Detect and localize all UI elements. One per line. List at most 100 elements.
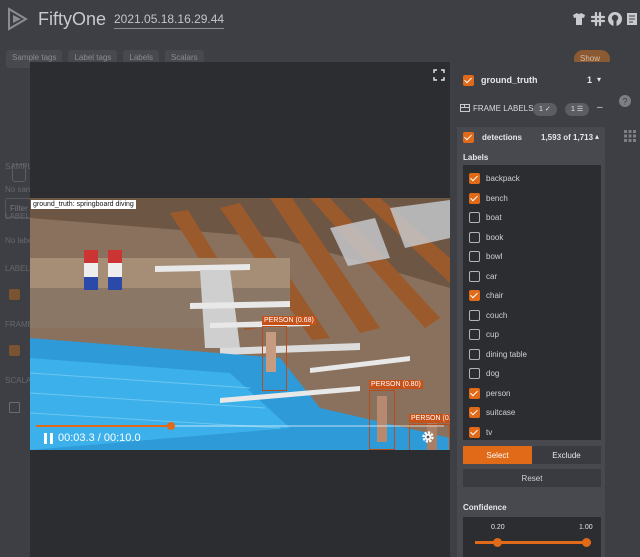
label-item[interactable]: boat [463, 208, 601, 227]
confidence-max-value: 1.00 [579, 524, 593, 531]
label-checkbox[interactable] [469, 407, 480, 418]
label-item-name: dining table [486, 349, 527, 359]
video-progress-bar[interactable] [36, 422, 444, 430]
frame-labels-icon [460, 104, 470, 112]
label-checkbox[interactable] [469, 309, 480, 321]
label-item[interactable]: person [463, 384, 601, 403]
label-item-name: cup [486, 330, 499, 339]
tshirt-icon[interactable] [571, 11, 587, 27]
github-icon[interactable] [607, 11, 623, 27]
app-root: FiftyOne 2021.05.18.16.29.44 Sample tags… [0, 0, 640, 557]
frame-labels-row: FRAME LABELS 1 ✓ 1 ☰ – [451, 99, 611, 119]
ground-truth-name: ground_truth [481, 75, 538, 85]
background-sidebar: Filter SAMPLE TAGS No sample tags LABEL … [0, 70, 65, 557]
label-item-name: backpack [486, 174, 520, 183]
grid-icon[interactable] [624, 130, 636, 142]
label-checkbox[interactable] [469, 192, 480, 204]
slack-icon[interactable] [590, 11, 606, 27]
label-item[interactable]: chair [463, 286, 601, 305]
label-checkbox[interactable] [469, 173, 480, 184]
label-item-name: suitcase [486, 408, 516, 417]
label-checkbox[interactable] [469, 348, 480, 360]
labels-title: Labels [463, 153, 489, 162]
fiftyone-logo-icon[interactable] [6, 6, 30, 32]
frame-labels-title: FRAME LABELS [473, 104, 534, 113]
detection-tag: PERSON (0.80) [369, 380, 423, 389]
reset-button[interactable]: Reset [463, 469, 601, 487]
chevron-down-icon[interactable]: ▾ [597, 75, 601, 84]
ground-truth-row[interactable]: ground_truth 1 ▾ [451, 70, 611, 90]
detections-header[interactable]: detections 1,593 of 1,713 ▴ [457, 127, 605, 149]
detections-name: detections [482, 133, 523, 142]
video-player[interactable]: ground_truth: springboard diving PERSON … [30, 198, 450, 450]
bg-checkbox [9, 345, 20, 356]
label-item-name: car [486, 271, 498, 281]
modal-sidebar: ground_truth 1 ▾ FRAME LABELS 1 ✓ 1 ☰ – … [451, 62, 611, 557]
confidence-min-handle[interactable] [493, 538, 502, 547]
label-item[interactable]: car [463, 267, 601, 286]
fullscreen-icon[interactable] [433, 69, 445, 81]
confidence-max-handle[interactable] [582, 538, 591, 547]
confidence-slider-track[interactable] [475, 538, 591, 547]
label-item-name: dog [486, 369, 500, 378]
label-item-name: tv [486, 427, 493, 437]
dataset-selector[interactable]: 2021.05.18.16.29.44 [114, 12, 225, 29]
docs-icon[interactable] [624, 11, 640, 27]
help-icon[interactable]: ? [618, 94, 632, 108]
label-item-name: chair [486, 291, 504, 300]
label-item[interactable]: couch [463, 306, 601, 325]
label-item[interactable]: dog [463, 364, 601, 383]
brand-name: FiftyOne [38, 9, 107, 29]
label-checkbox[interactable] [469, 270, 480, 282]
detection-tag: PERSON (0.68) [262, 316, 316, 325]
ground-truth-count: 1 [587, 75, 593, 85]
detections-checkbox[interactable] [463, 132, 474, 143]
label-item[interactable]: dining table [463, 345, 601, 364]
label-checkbox[interactable] [469, 231, 480, 243]
video-controls: 00:03.3 / 00:10.0 [30, 420, 450, 450]
label-item[interactable]: tv [463, 423, 601, 442]
label-checkbox[interactable] [469, 426, 480, 438]
video-modal: ground_truth: springboard diving PERSON … [30, 62, 450, 557]
frame-labels-selected-pill[interactable]: 1 ✓ [533, 103, 557, 116]
label-item[interactable]: bowl [463, 247, 601, 266]
detections-filter-panel: Labels backpack bench boat book bowl car chair… [457, 149, 605, 557]
svg-text:?: ? [622, 97, 627, 107]
video-progress-fill [36, 425, 171, 427]
video-progress-handle[interactable] [166, 422, 175, 430]
confidence-slider-panel: 0.20 1.00 [463, 517, 601, 557]
label-item-name: couch [486, 310, 508, 320]
ground-truth-overlay: ground_truth: springboard diving [31, 200, 136, 209]
frame-labels-filter-pill[interactable]: 1 ☰ [565, 103, 590, 116]
select-button[interactable]: Select [463, 446, 532, 464]
confidence-title: Confidence [463, 503, 507, 512]
ground-truth-checkbox[interactable] [463, 75, 474, 86]
label-item-name: person [486, 388, 511, 398]
label-checkbox[interactable] [469, 387, 480, 399]
chevron-up-icon[interactable]: ▴ [595, 132, 599, 141]
label-checkbox[interactable] [469, 329, 480, 340]
label-item[interactable]: bench [463, 189, 601, 208]
label-item[interactable]: cup [463, 325, 601, 344]
detection-box[interactable]: PERSON (0.68) [262, 316, 316, 391]
gear-icon[interactable] [421, 430, 435, 444]
label-checkbox[interactable] [469, 212, 480, 223]
label-checkbox[interactable] [469, 368, 480, 379]
label-checkbox[interactable] [469, 251, 480, 262]
label-item[interactable]: suitcase [463, 403, 601, 422]
label-item[interactable]: backpack [463, 169, 601, 188]
pause-icon[interactable] [44, 433, 53, 444]
collapse-icon[interactable]: – [597, 102, 603, 113]
bg-checkbox [9, 289, 20, 300]
label-checkbox[interactable] [469, 290, 480, 301]
confidence-min-value: 0.20 [491, 524, 505, 531]
top-header: FiftyOne 2021.05.18.16.29.44 [0, 0, 640, 40]
labels-list: backpack bench boat book bowl car chair couch cu… [463, 165, 601, 440]
label-item-name: book [486, 232, 504, 242]
label-item[interactable]: book [463, 228, 601, 247]
label-item-name: bench [486, 193, 508, 203]
detections-count: 1,593 of 1,713 [541, 133, 594, 142]
exclude-button[interactable]: Exclude [532, 446, 601, 464]
label-item-name: bowl [486, 252, 503, 261]
label-item-name: boat [486, 213, 502, 222]
